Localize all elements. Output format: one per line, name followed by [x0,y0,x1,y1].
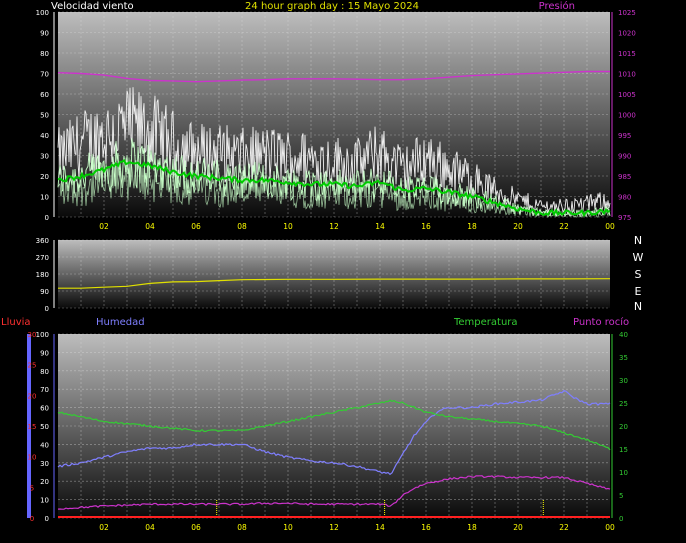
x-tick-label: 14 [375,523,385,532]
x-tick-label: 00 [605,222,615,231]
x-tick-label: 20 [513,222,523,231]
temperature-tick-label: 15 [619,446,628,454]
y-tick-label: 60 [40,91,49,99]
pressure-tick-label: 1010 [618,71,636,79]
dewpoint-label: Punto rocío [573,316,629,328]
y-tick-label: 80 [40,50,49,58]
y-tick-label: 40 [40,132,49,140]
graph-title: 24 hour graph day : 15 Mayo 2024 [245,1,419,12]
pressure-tick-label: 985 [618,173,631,181]
y-tick-label: 70 [40,386,49,394]
y-tick-label: 30 [40,460,49,468]
y-tick-label: 10 [40,194,49,202]
rain-label: Lluvia [1,317,31,328]
pressure-tick-label: 1020 [618,30,636,38]
y-tick-label: 270 [36,254,49,262]
x-tick-label: 20 [513,523,523,532]
x-tick-label: 06 [191,523,201,532]
y-tick-label: 20 [40,173,49,181]
rain-tick-label: 20 [28,392,37,400]
temperature-tick-label: 5 [619,492,623,500]
y-tick-label: 40 [40,441,49,449]
pressure-tick-label: 975 [618,214,631,222]
compass-label-s: S [635,268,642,281]
y-tick-label: 180 [36,271,49,279]
temperature-tick-label: 30 [619,377,628,385]
y-tick-label: 0 [45,515,49,523]
x-tick-label: 02 [99,523,109,532]
x-tick-label: 22 [559,523,569,532]
x-tick-label: 08 [237,523,247,532]
pressure-tick-label: 1025 [618,9,636,17]
x-tick-label: 16 [421,523,431,532]
x-tick-label: 12 [329,523,339,532]
y-tick-label: 360 [36,237,49,245]
y-tick-label: 0 [45,214,49,222]
y-tick-label: 60 [40,405,49,413]
weather-graph: Velocidad viento 24 hour graph day : 15 … [1,0,644,532]
x-tick-label: 08 [237,222,247,231]
pressure-tick-label: 1000 [618,112,636,120]
compass-label-n2: N [634,300,642,313]
x-tick-label: 06 [191,222,201,231]
y-tick-label: 70 [40,71,49,79]
x-tick-label: 22 [559,222,569,231]
temperature-tick-label: 10 [619,469,628,477]
temperature-tick-label: 0 [619,515,623,523]
wind-title: Velocidad viento [51,1,134,12]
y-tick-label: 90 [40,30,49,38]
y-tick-label: 100 [36,9,49,17]
x-tick-label: 14 [375,222,385,231]
x-tick-label: 00 [605,523,615,532]
rain-tick-label: 10 [28,454,37,462]
pressure-tick-label: 990 [618,153,631,161]
x-tick-label: 02 [99,222,109,231]
y-tick-label: 80 [40,368,49,376]
rain-tick-label: 25 [28,362,37,370]
x-tick-label: 10 [283,222,293,231]
x-tick-label: 18 [467,222,477,231]
temperature-label: Temperatura [453,317,518,328]
x-tick-label: 12 [329,222,339,231]
x-tick-label: 04 [145,222,155,231]
rain-tick-label: 5 [30,484,34,492]
rain-tick-label: 0 [30,515,34,523]
compass-label-e: E [635,285,642,298]
compass-label-n1: N [634,234,642,247]
pressure-tick-label: 1005 [618,91,636,99]
pressure-tick-label: 980 [618,194,631,202]
x-tick-label: 16 [421,222,431,231]
pressure-tick-label: 995 [618,132,631,140]
y-tick-label: 30 [40,153,49,161]
y-tick-label: 100 [36,331,49,339]
y-tick-label: 20 [40,478,49,486]
y-tick-label: 10 [40,497,49,505]
x-tick-label: 18 [467,523,477,532]
compass-label-w: W [633,251,644,264]
temperature-tick-label: 35 [619,354,628,362]
y-tick-label: 90 [40,349,49,357]
humidity-label: Humedad [96,317,145,328]
x-tick-label: 04 [145,523,155,532]
direction-axes: 0 90 180 270 360 [36,237,55,313]
y-tick-label: 90 [40,288,49,296]
y-tick-label: 50 [40,423,49,431]
pressure-title: Presión [539,0,575,12]
x-tick-label: 10 [283,523,293,532]
pressure-tick-label: 1015 [618,50,636,58]
rain-tick-label: 30 [28,331,37,339]
y-tick-label: 0 [45,305,49,313]
y-tick-label: 50 [40,112,49,120]
temperature-tick-label: 25 [619,400,628,408]
rain-tick-label: 15 [28,423,37,431]
temperature-tick-label: 40 [619,331,628,339]
temperature-tick-label: 20 [619,423,628,431]
